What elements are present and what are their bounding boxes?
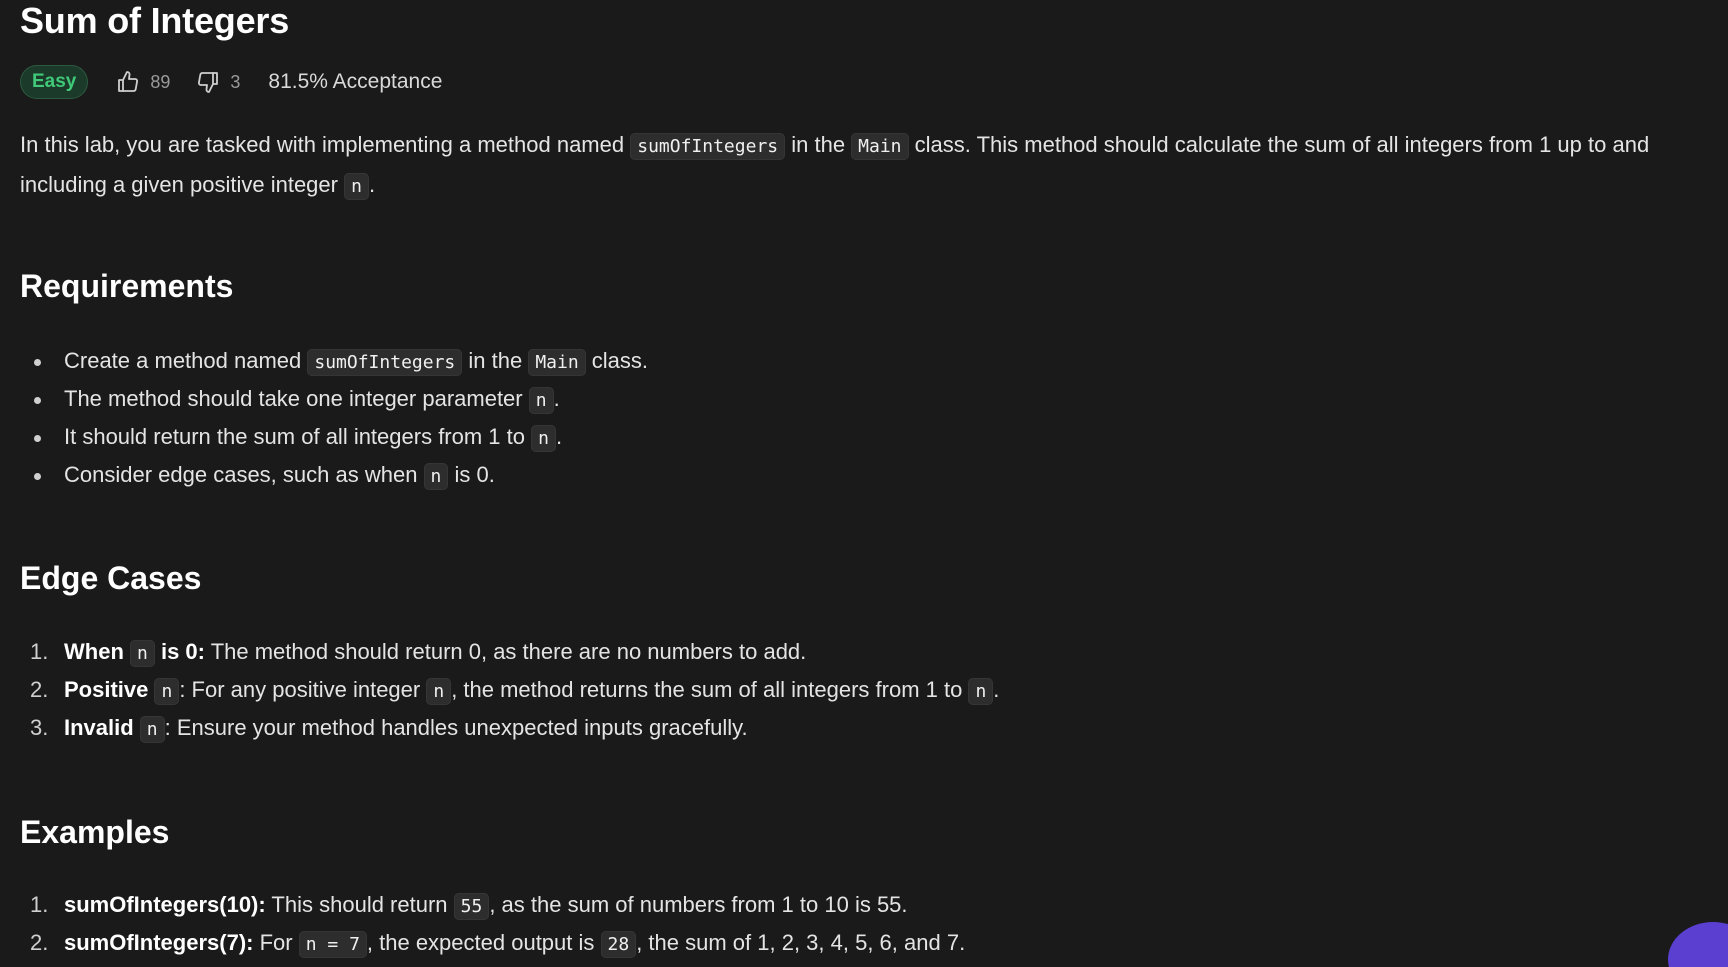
list-item: 1. sumOfIntegers(10): This should return… <box>20 886 965 924</box>
acceptance-rate: 81.5% Acceptance <box>268 70 443 93</box>
like-button[interactable]: 89 <box>116 70 170 94</box>
thumbs-down-icon <box>198 72 219 93</box>
inline-code: n <box>528 387 554 414</box>
inline-code: n <box>130 640 155 667</box>
list-item: It should return the sum of all integers… <box>20 418 648 456</box>
problem-meta: Easy 89 3 81.5% Acceptance <box>20 64 442 100</box>
list-item: Create a method named sumOfIntegers in t… <box>20 342 648 380</box>
dislike-count: 3 <box>230 71 241 92</box>
inline-code: Main <box>528 349 586 376</box>
list-number: 2. <box>30 677 49 702</box>
item-text: in the <box>462 348 529 373</box>
list-number: 3. <box>30 715 49 740</box>
inline-code: n = 7 <box>298 931 367 958</box>
like-count: 89 <box>150 71 171 92</box>
item-text: : For any positive integer <box>179 677 427 702</box>
inline-code: Main <box>851 133 909 160</box>
item-text: : Ensure your method handles unexpected … <box>164 715 748 740</box>
item-text: . <box>555 424 563 449</box>
list-number: 1. <box>30 892 49 917</box>
item-text: The method should take one integer param… <box>64 386 529 411</box>
requirements-list: Create a method named sumOfIntegers in t… <box>20 342 648 494</box>
item-bold: sumOfIntegers(7): <box>64 930 254 955</box>
item-bold: When <box>64 639 130 664</box>
item-text: The method should return 0, as there are… <box>204 639 807 664</box>
item-text: , the sum of 1, 2, 3, 4, 5, 6, and 7. <box>636 930 966 955</box>
list-item: 1. When n is 0: The method should return… <box>20 633 999 671</box>
difficulty-badge: Easy <box>20 65 89 99</box>
item-text: , the expected output is <box>366 930 601 955</box>
list-item: Consider edge cases, such as when n is 0… <box>20 456 648 494</box>
inline-code: n <box>154 678 180 705</box>
item-bold: sumOfIntegers(10): <box>64 892 266 917</box>
edge-cases-heading: Edge Cases <box>20 560 202 596</box>
inline-code: n <box>531 425 556 452</box>
list-item: 2. sumOfIntegers(7): For n = 7, the expe… <box>20 924 965 962</box>
item-text: , as the sum of numbers from 1 to 10 is … <box>489 892 908 917</box>
list-number: 2. <box>30 930 49 955</box>
item-text: Consider edge cases, such as when <box>64 462 424 487</box>
item-text: , the method returns the sum of all inte… <box>451 677 969 702</box>
item-text: It should return the sum of all integers… <box>64 424 532 449</box>
inline-code: n <box>968 678 994 705</box>
inline-code: sumOfIntegers <box>630 133 786 160</box>
item-bold: is 0: <box>154 639 205 664</box>
dislike-button[interactable]: 3 <box>196 70 240 94</box>
item-text: . <box>553 386 560 411</box>
inline-code: n <box>426 678 452 705</box>
problem-description: In this lab, you are tasked with impleme… <box>20 126 1720 206</box>
item-bold: Invalid <box>64 715 140 740</box>
item-text: is 0. <box>448 462 495 487</box>
inline-code: n <box>423 463 449 490</box>
thumbs-up-icon <box>118 71 139 92</box>
item-text: class. <box>585 348 649 373</box>
problem-title: Sum of Integers <box>20 0 290 41</box>
edge-cases-list: 1. When n is 0: The method should return… <box>20 633 999 747</box>
list-item: 2. Positive n: For any positive integer … <box>20 671 999 709</box>
inline-code: n <box>139 716 165 743</box>
bullet-icon <box>34 359 41 366</box>
examples-list: 1. sumOfIntegers(10): This should return… <box>20 886 965 962</box>
list-number: 1. <box>30 639 49 664</box>
bullet-icon <box>34 473 41 480</box>
list-item: 3. Invalid n: Ensure your method handles… <box>20 709 999 747</box>
bullet-icon <box>34 397 41 404</box>
floating-assistant-button[interactable] <box>1668 922 1728 967</box>
problem-page: Sum of Integers Easy 89 3 81.5% Acceptan… <box>0 0 1728 967</box>
inline-code: sumOfIntegers <box>307 349 463 376</box>
item-bold: Positive <box>64 677 155 702</box>
requirements-heading: Requirements <box>20 268 234 304</box>
item-text: Create a method named <box>64 348 308 373</box>
examples-heading: Examples <box>20 814 170 850</box>
inline-code: 55 <box>453 893 490 920</box>
item-text: This should return <box>265 892 454 917</box>
list-item: The method should take one integer param… <box>20 380 648 418</box>
inline-code: n <box>344 173 369 200</box>
description-text: In this lab, you are tasked with impleme… <box>20 132 631 157</box>
inline-code: 28 <box>600 931 637 958</box>
description-text: in the <box>785 132 852 157</box>
item-text: For <box>253 930 299 955</box>
description-text: . <box>368 172 376 197</box>
bullet-icon <box>34 435 41 442</box>
item-text: . <box>993 677 1000 702</box>
